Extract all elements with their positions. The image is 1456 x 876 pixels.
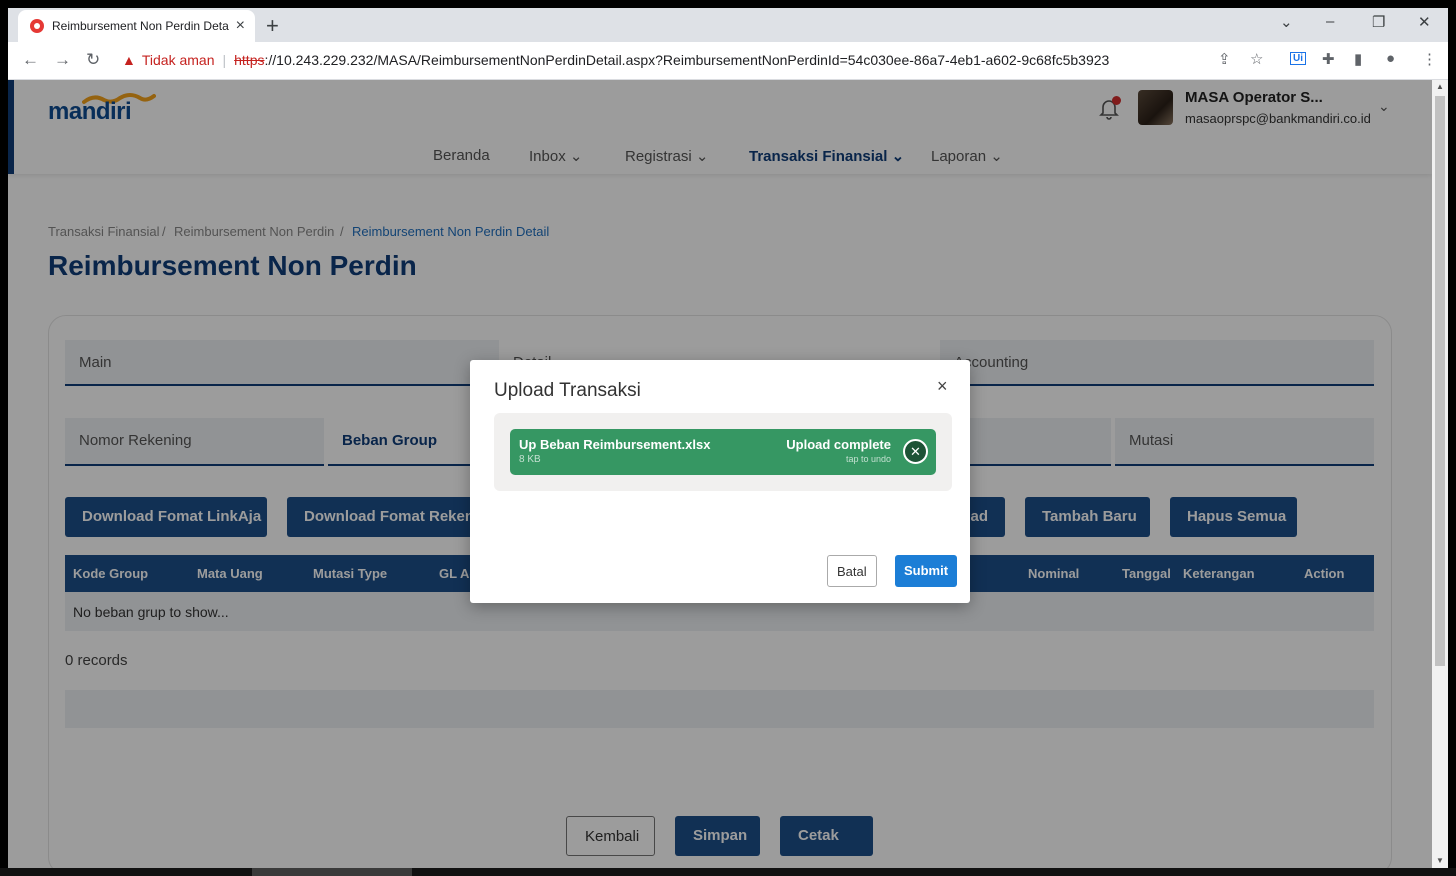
upload-modal: Upload Transaksi × Up Beban Reimbursemen… bbox=[470, 360, 970, 603]
warning-icon: ▲ bbox=[122, 52, 136, 68]
taskbar-item[interactable] bbox=[252, 868, 412, 876]
url-scheme: https bbox=[234, 52, 265, 68]
bookmark-star-icon[interactable]: ☆ bbox=[1250, 50, 1263, 68]
side-panel-icon[interactable]: ▮ bbox=[1354, 50, 1362, 68]
remove-file-icon[interactable]: ✕ bbox=[903, 439, 928, 464]
url-separator: | bbox=[222, 52, 227, 68]
url-input[interactable]: ▲ Tidak aman | https ://10.243.229.232/M… bbox=[114, 46, 1274, 74]
scroll-thumb[interactable] bbox=[1435, 96, 1445, 666]
minimize-icon[interactable]: – bbox=[1326, 13, 1334, 30]
scroll-up-icon[interactable]: ▲ bbox=[1436, 82, 1444, 91]
favicon-icon bbox=[30, 19, 44, 33]
restore-icon[interactable]: ❐ bbox=[1372, 13, 1385, 31]
page-scrollbar[interactable]: ▲ ▼ bbox=[1432, 80, 1448, 868]
security-label: Tidak aman bbox=[141, 52, 215, 68]
tab-title: Reimbursement Non Perdin Deta bbox=[52, 19, 229, 33]
close-icon[interactable]: × bbox=[937, 376, 948, 397]
file-name: Up Beban Reimbursement.xlsx bbox=[519, 437, 711, 452]
profile-icon[interactable]: ● bbox=[1386, 50, 1395, 67]
submit-button[interactable]: Submit bbox=[895, 555, 958, 587]
new-tab-icon[interactable]: + bbox=[266, 13, 279, 39]
os-taskbar bbox=[0, 868, 1456, 876]
upload-status: Upload complete bbox=[786, 437, 891, 452]
undo-hint: tap to undo bbox=[845, 454, 891, 464]
forward-icon[interactable]: → bbox=[54, 50, 71, 70]
scroll-down-icon[interactable]: ▼ bbox=[1436, 856, 1444, 865]
modal-title: Upload Transaksi bbox=[494, 380, 641, 401]
close-window-icon[interactable]: ✕ bbox=[1418, 13, 1431, 31]
file-dropzone[interactable]: Up Beban Reimbursement.xlsx 8 KB Upload … bbox=[494, 413, 952, 491]
file-size: 8 KB bbox=[519, 454, 541, 465]
tab-strip: Reimbursement Non Perdin Deta × + ⌄ – ❐ … bbox=[8, 8, 1448, 42]
address-bar: ← → ↻ ▲ Tidak aman | https ://10.243.229… bbox=[8, 42, 1448, 80]
browser-menu-icon[interactable]: ⋮ bbox=[1422, 50, 1437, 68]
uploaded-file-item: Up Beban Reimbursement.xlsx 8 KB Upload … bbox=[510, 429, 936, 475]
reload-icon[interactable]: ↻ bbox=[86, 50, 100, 70]
back-icon[interactable]: ← bbox=[22, 50, 39, 70]
tab-search-icon[interactable]: ⌄ bbox=[1280, 13, 1293, 31]
close-tab-icon[interactable]: × bbox=[236, 17, 245, 35]
uipath-extension-icon[interactable]: Ui bbox=[1290, 52, 1306, 65]
browser-window: Reimbursement Non Perdin Deta × + ⌄ – ❐ … bbox=[8, 8, 1448, 868]
share-icon[interactable]: ⇪ bbox=[1218, 50, 1231, 68]
page-viewport: mandiri MASA Operator S... masaoprspc@ba… bbox=[8, 80, 1432, 868]
cancel-button[interactable]: Batal bbox=[827, 555, 877, 587]
url-text: ://10.243.229.232/MASA/ReimbursementNonP… bbox=[264, 52, 1110, 68]
browser-tab[interactable]: Reimbursement Non Perdin Deta × bbox=[18, 10, 255, 42]
extensions-puzzle-icon[interactable]: ✚ bbox=[1322, 50, 1335, 68]
